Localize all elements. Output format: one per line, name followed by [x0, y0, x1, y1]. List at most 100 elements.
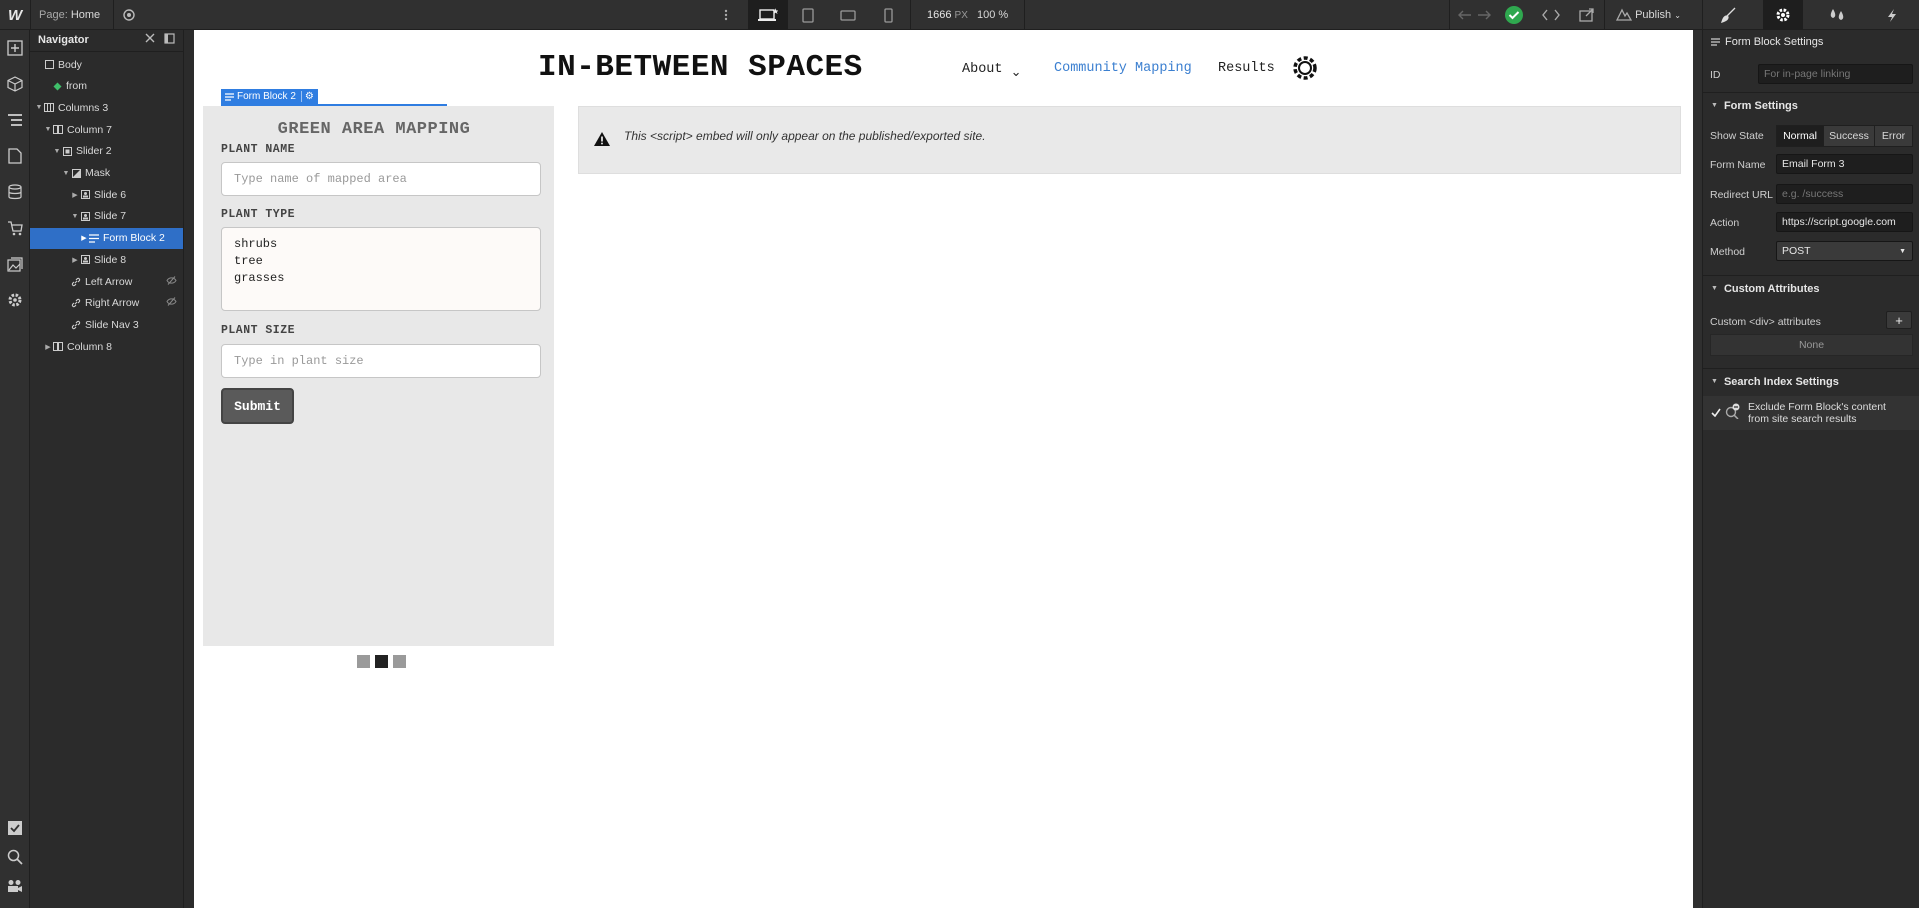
- search-icon[interactable]: [6, 848, 24, 866]
- state-normal-button[interactable]: Normal: [1776, 125, 1824, 147]
- add-elements-icon[interactable]: [6, 39, 24, 57]
- navigator-item-label: from: [66, 80, 87, 93]
- action-label: Action: [1710, 217, 1740, 229]
- triangle-down-icon: ▼: [1711, 378, 1718, 385]
- add-attribute-plus-icon[interactable]: +: [1886, 311, 1912, 329]
- pages-icon[interactable]: [6, 147, 24, 165]
- exclude-search-row[interactable]: Exclude Form Block's content from site s…: [1703, 396, 1919, 430]
- slide-nav-dot[interactable]: [357, 655, 370, 668]
- action-input[interactable]: https://script.google.com: [1776, 212, 1913, 232]
- box-icon: [44, 60, 54, 69]
- audit-checkbox-icon[interactable]: [6, 819, 24, 837]
- caret-down-icon[interactable]: ▼: [53, 148, 61, 155]
- style-panel-brush-icon[interactable]: [1709, 0, 1749, 30]
- redo-icon[interactable]: [1477, 0, 1491, 30]
- slide-nav-dot[interactable]: [393, 655, 406, 668]
- state-error-button[interactable]: Error: [1874, 125, 1913, 147]
- nav-community-mapping-link[interactable]: Community Mapping: [1054, 61, 1192, 76]
- tablet-breakpoint-icon[interactable]: [788, 0, 828, 30]
- publish-button[interactable]: Publish ⌄: [1616, 0, 1681, 30]
- mobile-portrait-breakpoint-icon[interactable]: [868, 0, 908, 30]
- nav-results-link[interactable]: Results: [1218, 61, 1275, 76]
- slide-nav-dot-active[interactable]: [375, 655, 388, 668]
- caret-down-icon[interactable]: ▼: [44, 126, 52, 133]
- navigator-item-column-8[interactable]: ▶ Column 8: [30, 336, 183, 357]
- hidden-eye-slash-icon[interactable]: [166, 297, 177, 309]
- caret-right-icon[interactable]: ▶: [44, 343, 52, 351]
- panel-header: Form Block Settings: [1711, 36, 1823, 48]
- form-name-label: Form Name: [1710, 159, 1766, 171]
- caret-down-icon[interactable]: ▼: [71, 213, 79, 220]
- assets-images-icon[interactable]: [6, 255, 24, 273]
- nav-about-dropdown[interactable]: About ⌄: [962, 61, 1022, 80]
- close-icon[interactable]: [145, 33, 155, 46]
- dock-panel-icon[interactable]: [164, 33, 175, 47]
- navigator-item-from[interactable]: from: [30, 76, 183, 97]
- style-manager-drops-icon[interactable]: [1817, 0, 1857, 30]
- plant-name-input[interactable]: Type name of mapped area: [221, 162, 541, 196]
- page-selector[interactable]: Page: Home: [39, 0, 100, 30]
- ecommerce-cart-icon[interactable]: [6, 219, 24, 237]
- id-input[interactable]: For in-page linking: [1758, 64, 1913, 84]
- search-exclude-icon: [1725, 403, 1741, 422]
- element-settings-gear-icon[interactable]: ⚙: [300, 91, 314, 102]
- form-title: GREEN AREA MAPPING: [277, 120, 471, 139]
- submit-button[interactable]: Submit: [221, 388, 294, 424]
- desktop-breakpoint-icon[interactable]: ★: [748, 0, 788, 30]
- preview-eye-icon[interactable]: [122, 0, 136, 30]
- script-embed-placeholder[interactable]: This <script> embed will only appear on …: [578, 106, 1681, 174]
- mobile-landscape-breakpoint-icon[interactable]: [828, 0, 868, 30]
- settings-panel-gear-icon[interactable]: [1763, 0, 1803, 30]
- navigator-item-columns-3[interactable]: ▼ Columns 3: [30, 97, 183, 118]
- interactions-lightning-icon[interactable]: [1872, 0, 1912, 30]
- site-gear-icon[interactable]: [1291, 54, 1319, 86]
- share-icon[interactable]: [1579, 0, 1595, 30]
- hidden-eye-slash-icon[interactable]: [166, 275, 177, 288]
- navigator-item-label: Slider 2: [76, 145, 112, 158]
- webflow-logo[interactable]: W: [8, 0, 24, 30]
- custom-attributes-title: Custom Attributes: [1723, 282, 1820, 295]
- cms-database-icon[interactable]: [6, 183, 24, 201]
- plant-type-textarea[interactable]: shrubs tree grasses: [221, 227, 541, 311]
- caret-right-icon[interactable]: ▶: [80, 234, 88, 242]
- column-icon: [53, 342, 63, 352]
- form-settings-section-header[interactable]: ▼ Form Settings: [1703, 92, 1919, 118]
- more-options-icon[interactable]: [724, 0, 728, 30]
- top-toolbar: W Page: Home ★ 1666 PX 100 % Publish ⌄: [0, 0, 1919, 30]
- method-select[interactable]: POST ▼: [1776, 241, 1913, 261]
- form-name-input[interactable]: Email Form 3: [1776, 154, 1913, 174]
- navigator-item-slider-2[interactable]: ▼ Slider 2: [30, 141, 183, 162]
- redirect-url-input[interactable]: e.g. /success: [1776, 184, 1913, 204]
- caret-right-icon[interactable]: ▶: [71, 256, 79, 264]
- navigator-layers-icon[interactable]: [6, 111, 24, 129]
- caret-down-icon[interactable]: ▼: [35, 104, 43, 111]
- plant-type-line: shrubs: [234, 237, 278, 251]
- tutorials-video-icon[interactable]: [6, 877, 24, 895]
- navigator-item-slide-6[interactable]: ▶ Slide 6: [30, 184, 183, 205]
- search-index-section-header[interactable]: ▼ Search Index Settings: [1703, 368, 1919, 394]
- custom-attributes-section-header[interactable]: ▼ Custom Attributes: [1703, 275, 1919, 301]
- navigator-item-slide-8[interactable]: ▶ Slide 8: [30, 249, 183, 270]
- project-settings-gear-icon[interactable]: [6, 291, 24, 309]
- canvas-scrollbar[interactable]: [1693, 30, 1702, 908]
- state-success-button[interactable]: Success: [1823, 125, 1875, 147]
- navigator-item-form-block-2[interactable]: ▶ Form Block 2: [30, 227, 183, 249]
- undo-icon[interactable]: [1458, 0, 1472, 30]
- navigator-item-slide-7[interactable]: ▼ Slide 7: [30, 206, 183, 227]
- plant-size-input[interactable]: Type in plant size: [221, 344, 541, 378]
- caret-right-icon[interactable]: ▶: [71, 191, 79, 199]
- navigator-item-left-arrow[interactable]: Left Arrow: [30, 271, 183, 292]
- navigator-item-column-7[interactable]: ▼ Column 7: [30, 119, 183, 140]
- panel-header-title: Form Block Settings: [1725, 36, 1824, 48]
- navigator-item-mask[interactable]: ▼ Mask: [30, 163, 183, 184]
- svg-text:★: ★: [772, 8, 778, 16]
- symbols-cube-icon[interactable]: [6, 75, 24, 93]
- navigator-item-right-arrow[interactable]: Right Arrow: [30, 293, 183, 314]
- navigator-item-slide-nav-3[interactable]: Slide Nav 3: [30, 314, 183, 335]
- navigator-item-body[interactable]: Body: [30, 54, 183, 75]
- slide-icon: [80, 190, 90, 200]
- left-tool-rail: [0, 30, 30, 908]
- code-export-icon[interactable]: [1542, 0, 1560, 30]
- caret-down-icon[interactable]: ▼: [62, 170, 70, 177]
- selected-element-tag[interactable]: Form Block 2 ⚙: [221, 89, 318, 104]
